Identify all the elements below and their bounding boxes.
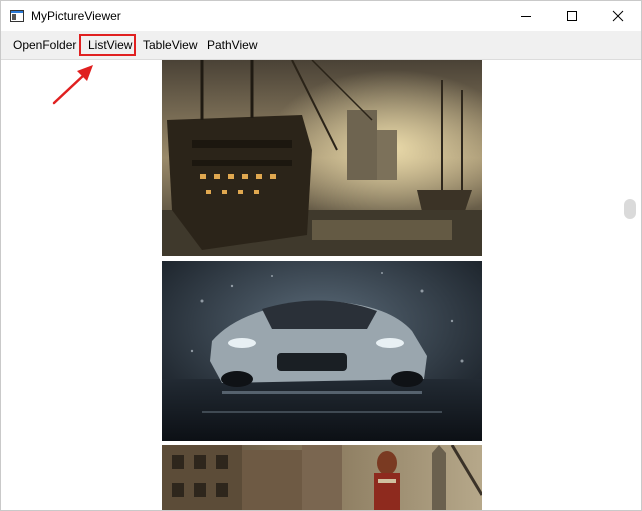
- scrollbar-handle[interactable]: [624, 199, 636, 219]
- maximize-icon: [566, 10, 578, 22]
- window-title: MyPictureViewer: [31, 9, 121, 23]
- menu-item-pathview[interactable]: PathView: [207, 31, 257, 59]
- app-window: MyPictureViewer OpenFolder ListView Tabl…: [0, 0, 642, 511]
- menu-item-openfolder[interactable]: OpenFolder: [13, 31, 76, 59]
- title-bar: MyPictureViewer: [1, 1, 641, 31]
- image-list-view[interactable]: [1, 60, 641, 510]
- image-thumbnail-ruined-city[interactable]: [162, 445, 482, 510]
- menu-item-tableview[interactable]: TableView: [143, 31, 197, 59]
- maximize-button[interactable]: [549, 1, 595, 31]
- minimize-button[interactable]: [503, 1, 549, 31]
- window-app-icon: [10, 9, 24, 22]
- highlight-box-listview: [79, 34, 136, 56]
- annotation-arrow-icon: [49, 61, 99, 107]
- image-thumbnail-pirate-ship[interactable]: [162, 60, 482, 256]
- minimize-icon: [520, 10, 532, 22]
- close-button[interactable]: [595, 1, 641, 31]
- image-thumbnail-sports-car[interactable]: [162, 261, 482, 441]
- close-icon: [612, 10, 624, 22]
